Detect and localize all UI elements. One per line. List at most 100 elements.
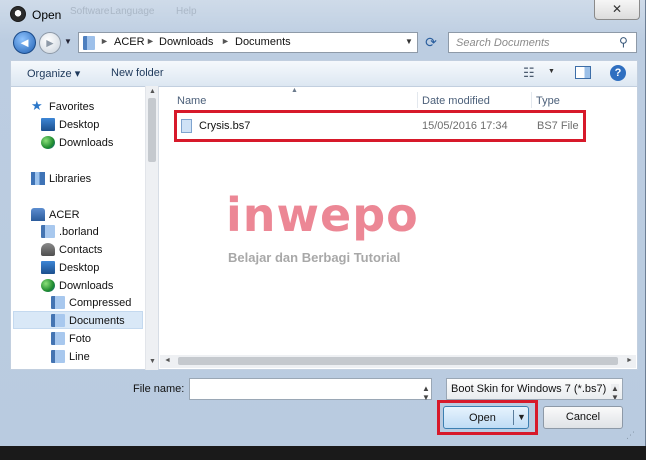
organize-button[interactable]: Organize ▾	[27, 67, 80, 80]
window-title: Open	[32, 8, 62, 22]
nav-item-libraries[interactable]: Libraries	[31, 170, 141, 188]
column-header-name[interactable]: Name	[177, 95, 206, 107]
preview-pane-icon[interactable]	[575, 66, 591, 79]
navigation-scrollbar[interactable]: ▲ ▼	[145, 86, 158, 370]
scroll-up-icon[interactable]: ▲	[149, 88, 156, 95]
breadcrumb-separator[interactable]: ►	[100, 36, 109, 46]
sort-caret-icon: ▲	[291, 87, 298, 94]
desktop-icon	[41, 261, 55, 274]
command-bar: Organize ▾ New folder ☷ ▼ ?	[10, 60, 638, 86]
star-icon: ★	[31, 98, 43, 113]
column-header-date-modified[interactable]: Date modified	[422, 95, 490, 107]
folder-icon	[51, 296, 65, 309]
nav-item-label: Line	[69, 351, 90, 363]
file-name-dropdown-icon[interactable]: ▲ ▼	[422, 384, 430, 402]
folder-icon	[41, 225, 55, 238]
nav-item-label: Downloads	[59, 137, 114, 149]
watermark-logo: inwepo	[226, 188, 419, 242]
nav-item-foto[interactable]: Foto	[51, 330, 141, 348]
nav-item-documents[interactable]: Documents	[13, 311, 143, 329]
breadcrumb-acer[interactable]: ACER	[114, 36, 145, 48]
column-divider[interactable]	[531, 92, 532, 108]
ghost-menu-software: Software	[70, 6, 110, 17]
search-icon[interactable]: ⚲	[619, 35, 628, 49]
nav-item-downloads-favorite[interactable]: Downloads	[41, 134, 141, 152]
nav-item-label: Documents	[69, 315, 125, 327]
nav-item-label: ACER	[49, 209, 80, 221]
close-button[interactable]: ✕	[594, 0, 640, 20]
nav-item-compressed[interactable]: Compressed	[51, 294, 141, 312]
title-bar: Open Software Language Help ✕	[0, 0, 646, 28]
ghost-menu-language: Language	[110, 6, 155, 17]
libraries-icon	[31, 172, 45, 185]
forward-arrow-icon: ►	[44, 36, 56, 50]
nav-item-desktop-favorite[interactable]: Desktop	[41, 116, 141, 134]
folder-icon	[51, 314, 65, 327]
scroll-thumb[interactable]	[178, 357, 618, 365]
file-type-selected: Boot Skin for Windows 7 (*.bs7)	[451, 383, 607, 395]
column-header-type[interactable]: Type	[536, 95, 560, 107]
nav-item-label: Desktop	[59, 262, 100, 274]
help-icon[interactable]: ?	[610, 65, 626, 81]
file-type-dropdown-icon[interactable]: ▲ ▼	[611, 384, 619, 399]
refresh-icon: ⟳	[425, 34, 437, 50]
scroll-right-icon[interactable]: ►	[626, 357, 633, 364]
watermark-tagline: Belajar dan Berbagi Tutorial	[228, 250, 401, 265]
resize-grip-icon[interactable]: ⋰	[626, 430, 635, 441]
file-type-select[interactable]: Boot Skin for Windows 7 (*.bs7) ▲ ▼	[446, 378, 623, 400]
file-name-label: File name:	[133, 383, 185, 395]
nav-item-desktop[interactable]: Desktop	[41, 259, 141, 277]
nav-item-label: .borland	[59, 226, 99, 238]
view-options-dropdown-icon[interactable]: ▼	[548, 68, 555, 75]
recent-pages-dropdown-icon[interactable]: ▼	[64, 37, 72, 46]
address-bar[interactable]: ► ACER ► Downloads ► Documents ▼	[78, 32, 418, 53]
column-divider[interactable]	[417, 92, 418, 108]
user-folder-icon	[31, 208, 45, 221]
ghost-menu-help: Help	[176, 6, 197, 17]
scroll-left-icon[interactable]: ◄	[164, 357, 171, 364]
close-icon: ✕	[611, 2, 623, 16]
folder-icon	[51, 332, 65, 345]
nav-item-borland[interactable]: .borland	[41, 223, 141, 241]
breadcrumb-separator[interactable]: ►	[221, 36, 230, 46]
nav-item-line[interactable]: Line	[51, 348, 141, 366]
highlight-box-file	[174, 110, 586, 142]
navigation-pane: ★ Favorites Desktop Downloads Libraries …	[10, 86, 158, 370]
nav-item-label: Compressed	[69, 297, 132, 309]
nav-item-label: Desktop	[59, 119, 100, 131]
forward-button[interactable]: ►	[39, 32, 61, 54]
desktop-icon	[41, 118, 55, 131]
address-dropdown-icon[interactable]: ▼	[405, 37, 413, 46]
nav-item-label: Favorites	[49, 101, 95, 113]
app-icon	[10, 6, 26, 22]
breadcrumb-documents[interactable]: Documents	[235, 36, 291, 48]
cancel-button[interactable]: Cancel	[543, 406, 623, 429]
nav-item-favorites[interactable]: ★ Favorites	[31, 98, 141, 116]
open-file-dialog: Open Software Language Help ✕ ◄ ► ▼ ► AC…	[0, 0, 646, 446]
new-folder-button[interactable]: New folder	[111, 67, 164, 79]
scroll-thumb[interactable]	[148, 98, 156, 162]
nav-item-label: Foto	[69, 333, 92, 345]
refresh-button[interactable]: ⟳	[420, 32, 442, 53]
search-placeholder: Search Documents	[456, 37, 550, 49]
nav-item-contacts[interactable]: Contacts	[41, 241, 141, 259]
downloads-globe-icon	[41, 136, 55, 149]
scroll-down-icon[interactable]: ▼	[149, 358, 156, 365]
library-icon	[83, 36, 95, 50]
horizontal-scrollbar[interactable]: ◄ ►	[160, 355, 636, 368]
folder-icon	[51, 350, 65, 363]
nav-item-label: Downloads	[59, 280, 114, 292]
search-box[interactable]: Search Documents ⚲	[448, 32, 637, 53]
file-name-input[interactable]: ▲ ▼	[189, 378, 432, 402]
nav-item-acer[interactable]: ACER	[31, 206, 141, 224]
highlight-box-open	[437, 400, 538, 435]
background-strip	[0, 446, 646, 460]
breadcrumb-separator[interactable]: ►	[146, 36, 155, 46]
back-arrow-icon: ◄	[18, 35, 31, 50]
nav-item-label: Libraries	[49, 173, 92, 185]
back-button[interactable]: ◄	[13, 31, 36, 54]
change-view-icon[interactable]: ☷	[523, 65, 535, 81]
nav-item-downloads[interactable]: Downloads	[41, 277, 141, 295]
nav-item-label: Contacts	[59, 244, 103, 256]
breadcrumb-downloads[interactable]: Downloads	[159, 36, 213, 48]
